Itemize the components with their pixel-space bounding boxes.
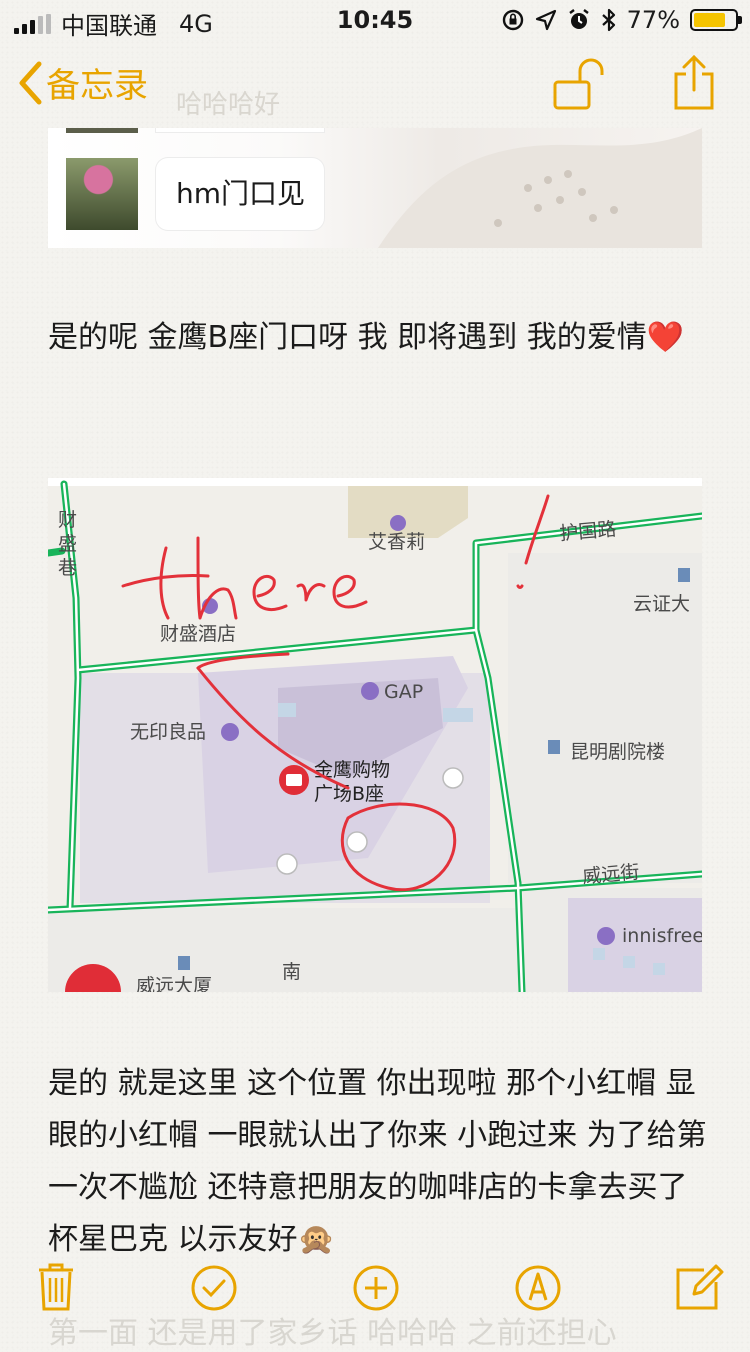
- map-label-yunzheng: 云证大: [633, 593, 690, 615]
- map-label-weiyuan-building: 威远大厦: [136, 975, 212, 992]
- chat-screenshot-image[interactable]: hm门口见: [48, 128, 702, 248]
- share-icon[interactable]: [672, 54, 716, 110]
- rotation-lock-icon: [502, 9, 523, 31]
- map-label-aixiangli: 艾香莉: [368, 531, 425, 553]
- add-icon[interactable]: [352, 1264, 400, 1312]
- map-label-caisheng-lane: 财盛巷: [58, 509, 77, 579]
- location-icon: [535, 9, 556, 31]
- note-text-1: 是的呢 金鹰B座门口呀 我 即将遇到 我的爱情: [48, 320, 647, 355]
- map-label-innisfree: innisfree: [622, 925, 702, 947]
- map-label-muji: 无印良品: [130, 721, 206, 743]
- back-button[interactable]: 备忘录: [18, 58, 148, 107]
- chat-bubble-partial: [156, 128, 324, 132]
- chevron-left-icon: [19, 61, 42, 104]
- map-label-nan: 南: [282, 961, 301, 983]
- trash-icon[interactable]: [36, 1262, 76, 1312]
- map-label-caisheng-hotel: 财盛酒店: [160, 623, 236, 645]
- map-screenshot-image[interactable]: 财盛巷 艾香莉 护国路 云证大 财盛酒店 GAP 无印良品 昆明剧院楼 金鹰购物…: [48, 478, 702, 992]
- bottom-toolbar: [0, 1250, 750, 1334]
- checklist-icon[interactable]: [190, 1264, 238, 1312]
- bluetooth-icon: [601, 8, 615, 32]
- nav-bar: 备忘录 哈哈哈好: [0, 40, 750, 128]
- battery-icon: [690, 9, 742, 31]
- battery-percent: 77%: [626, 6, 680, 34]
- lace-fabric-background: [378, 128, 702, 248]
- compose-icon[interactable]: [674, 1262, 724, 1312]
- map-label-gap: GAP: [384, 681, 423, 703]
- status-bar: 中国联通 4G 10:45 77%: [0, 0, 750, 40]
- avatar: [66, 158, 138, 230]
- note-paragraph-2[interactable]: 是的 就是这里 这个位置 你出现啦 那个小红帽 显眼的小红帽 一眼就认出了你来 …: [48, 1058, 708, 1266]
- sketch-icon[interactable]: [514, 1264, 562, 1312]
- map-label-theatre: 昆明剧院楼: [570, 741, 665, 763]
- note-paragraph-1[interactable]: 是的呢 金鹰B座门口呀 我 即将遇到 我的爱情❤️: [48, 314, 708, 362]
- map-label-mall-line2: 广场B座: [314, 783, 384, 805]
- avatar-partial: [66, 128, 138, 133]
- scrolled-text-ghost: 哈哈哈好: [176, 90, 281, 120]
- back-label: 备忘录: [46, 66, 148, 106]
- chat-bubble: hm门口见: [156, 158, 324, 230]
- heart-emoji: ❤️: [646, 320, 685, 355]
- unlock-icon[interactable]: [552, 58, 608, 112]
- alarm-icon: [568, 9, 589, 29]
